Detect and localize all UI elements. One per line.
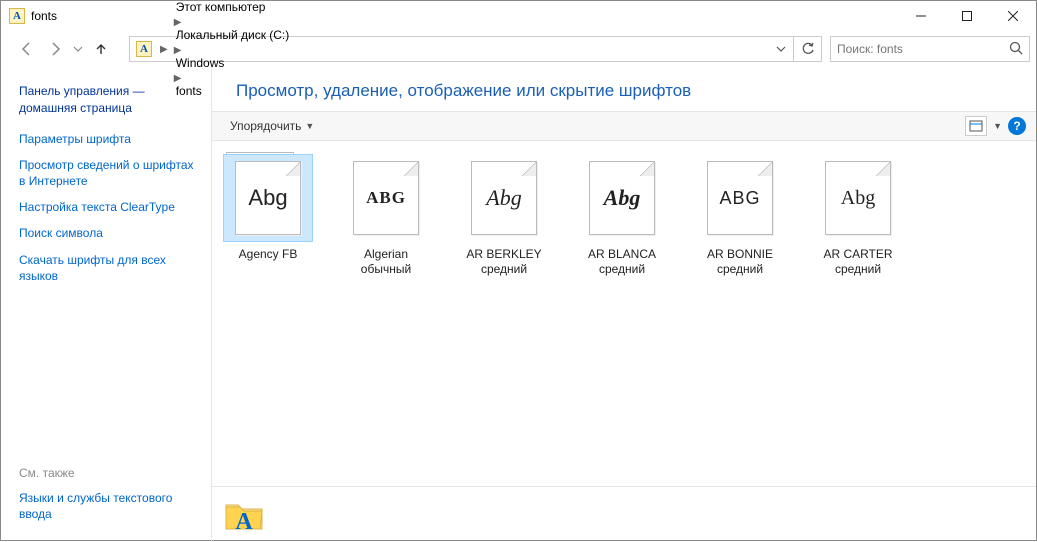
search-input[interactable] (837, 42, 1003, 56)
font-label: AR BLANCA средний (576, 247, 668, 277)
font-preview: Abg (578, 155, 666, 241)
organize-button[interactable]: Упорядочить ▼ (222, 116, 322, 136)
chevron-right-icon[interactable]: ▶ (172, 73, 184, 84)
chevron-right-icon[interactable]: ▶ (172, 45, 184, 56)
window-title: fonts (31, 9, 57, 23)
font-item[interactable]: Abg AR CARTER средний (812, 155, 904, 277)
view-options-button[interactable] (965, 116, 987, 136)
sidebar-link[interactable]: Настройка текста ClearType (19, 199, 197, 215)
see-also-label: См. также (19, 466, 197, 480)
font-preview-text: Abg (486, 185, 521, 211)
font-label: Agency FB (239, 247, 298, 262)
font-item[interactable]: ABG Algerian обычный (340, 155, 432, 277)
chevron-down-icon[interactable]: ▼ (993, 121, 1002, 131)
font-preview: ABG (342, 155, 430, 241)
font-label: Algerian обычный (340, 247, 432, 277)
sidebar: Панель управления — домашняя страница Па… (1, 67, 211, 542)
close-button[interactable] (990, 1, 1036, 31)
content-area: Просмотр, удаление, отображение или скры… (211, 67, 1036, 542)
titlebar: A fonts (1, 1, 1036, 31)
search-box[interactable] (830, 36, 1030, 62)
chevron-right-icon[interactable]: ▶ (172, 17, 184, 28)
breadcrumb-item[interactable]: fonts (172, 84, 294, 98)
breadcrumb-item[interactable]: Локальный диск (C:) (172, 28, 294, 42)
page-title: Просмотр, удаление, отображение или скры… (212, 67, 1036, 111)
help-button[interactable]: ? (1008, 117, 1026, 135)
breadcrumb-item[interactable]: Windows (172, 56, 294, 70)
font-preview-text: ABG (719, 188, 760, 209)
font-grid: Abg Agency FB ABG Algerian обычный Abg AR BER… (212, 141, 1036, 291)
sidebar-link[interactable]: Скачать шрифты для всех языков (19, 252, 197, 284)
font-label: AR CARTER средний (812, 247, 904, 277)
toolbar: Упорядочить ▼ ▼ ? (212, 111, 1036, 141)
nav-up-button[interactable] (89, 37, 113, 61)
font-preview-text: Abg (841, 187, 875, 210)
sidebar-link[interactable]: Просмотр сведений о шрифтах в Интернете (19, 157, 197, 189)
minimize-button[interactable] (898, 1, 944, 31)
font-item[interactable]: ABG AR BONNIE средний (694, 155, 786, 277)
search-icon[interactable] (1009, 41, 1023, 58)
font-label: AR BERKLEY средний (458, 247, 550, 277)
font-preview: ABG (696, 155, 784, 241)
nav-forward-button[interactable] (43, 37, 67, 61)
address-bar: A ▶ Этот компьютер▶Локальный диск (C:)▶W… (1, 31, 1036, 67)
refresh-button[interactable] (794, 36, 822, 62)
sidebar-link[interactable]: Параметры шрифта (19, 131, 197, 147)
sidebar-link[interactable]: Поиск символа (19, 225, 197, 241)
see-also-link[interactable]: Языки и службы текстового ввода (19, 490, 197, 522)
window-icon: A (9, 8, 25, 24)
font-preview: Abg (224, 155, 312, 241)
font-preview-text: Abg (248, 185, 287, 211)
breadcrumb-icon: A (136, 41, 152, 57)
organize-label: Упорядочить (230, 119, 301, 133)
breadcrumb-dropdown[interactable] (771, 44, 791, 54)
font-item[interactable]: Abg Agency FB (222, 155, 314, 277)
maximize-button[interactable] (944, 1, 990, 31)
breadcrumb-item[interactable]: Этот компьютер (172, 0, 294, 14)
breadcrumb[interactable]: A ▶ Этот компьютер▶Локальный диск (C:)▶W… (129, 36, 794, 62)
font-preview: Abg (814, 155, 902, 241)
details-pane: A (212, 486, 1036, 542)
chevron-down-icon: ▼ (305, 121, 314, 131)
font-item[interactable]: Abg AR BLANCA средний (576, 155, 668, 277)
sidebar-heading[interactable]: Панель управления — домашняя страница (19, 83, 197, 117)
folder-icon: A (222, 493, 266, 537)
nav-back-button[interactable] (15, 37, 39, 61)
chevron-right-icon[interactable]: ▶ (158, 44, 170, 55)
nav-history-dropdown[interactable] (71, 37, 85, 61)
font-label: AR BONNIE средний (694, 247, 786, 277)
font-preview: Abg (460, 155, 548, 241)
font-item[interactable]: Abg AR BERKLEY средний (458, 155, 550, 277)
font-preview-text: ABG (366, 188, 406, 208)
font-preview-text: Abg (604, 185, 641, 211)
svg-text:A: A (235, 509, 253, 535)
